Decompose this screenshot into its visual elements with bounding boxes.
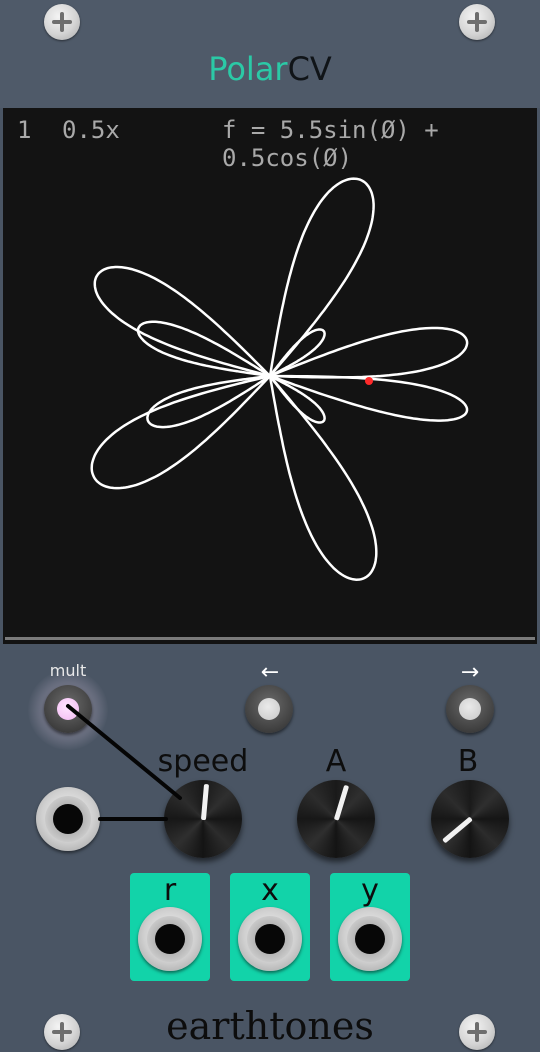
speed-knob[interactable] [164, 780, 242, 858]
prev-arrow-icon: ← [260, 660, 280, 685]
output-x-jack[interactable] [238, 907, 302, 971]
next-button[interactable] [446, 685, 494, 733]
jack-hole [53, 804, 83, 834]
mult-button[interactable] [44, 685, 92, 733]
polar-petal [268, 177, 375, 377]
b-knob-pointer [442, 816, 473, 844]
a-knob-pointer [333, 784, 350, 821]
output-y-jack[interactable] [338, 907, 402, 971]
next-button-cap [459, 698, 481, 720]
output-y: y [330, 873, 410, 981]
output-r-jack[interactable] [138, 907, 202, 971]
prev-button[interactable] [245, 685, 293, 733]
position-dot [365, 377, 373, 385]
jack-hole [355, 924, 385, 954]
output-x: x [230, 873, 310, 981]
output-r-label: r [163, 873, 177, 908]
mult-light [57, 698, 79, 720]
screw-icon [459, 4, 495, 40]
a-knob[interactable] [297, 780, 375, 858]
display-index: 1 [17, 116, 32, 144]
output-y-label: y [361, 873, 379, 908]
display-formula: f = 5.5sin(Ø) + 0.5cos(Ø) [222, 116, 439, 172]
screw-icon [44, 4, 80, 40]
polar-petal [268, 328, 326, 378]
output-x-label: x [261, 873, 279, 908]
output-r: r [130, 873, 210, 981]
prev-button-cap [258, 698, 280, 720]
module-title: PolarCV [0, 50, 540, 88]
brand-logo: earthtones [166, 1004, 374, 1048]
display-scale: 0.5x [62, 116, 120, 144]
module-title-part2: CV [287, 50, 332, 88]
next-arrow-icon: → [460, 660, 480, 685]
module-title-part1: Polar [208, 50, 288, 88]
speed-knob-pointer [200, 783, 210, 821]
b-label: B [457, 744, 479, 779]
polar-petal [269, 326, 469, 379]
a-label: A [325, 744, 347, 779]
polar-plot [90, 177, 469, 581]
polar-petal [146, 374, 271, 429]
speed-cv-input-jack[interactable] [36, 787, 100, 851]
jack-hole [155, 924, 185, 954]
jack-hole [255, 924, 285, 954]
speed-label: speed [157, 744, 249, 779]
display-divider [5, 637, 535, 640]
polar-petal [136, 320, 271, 378]
b-knob[interactable] [431, 780, 509, 858]
